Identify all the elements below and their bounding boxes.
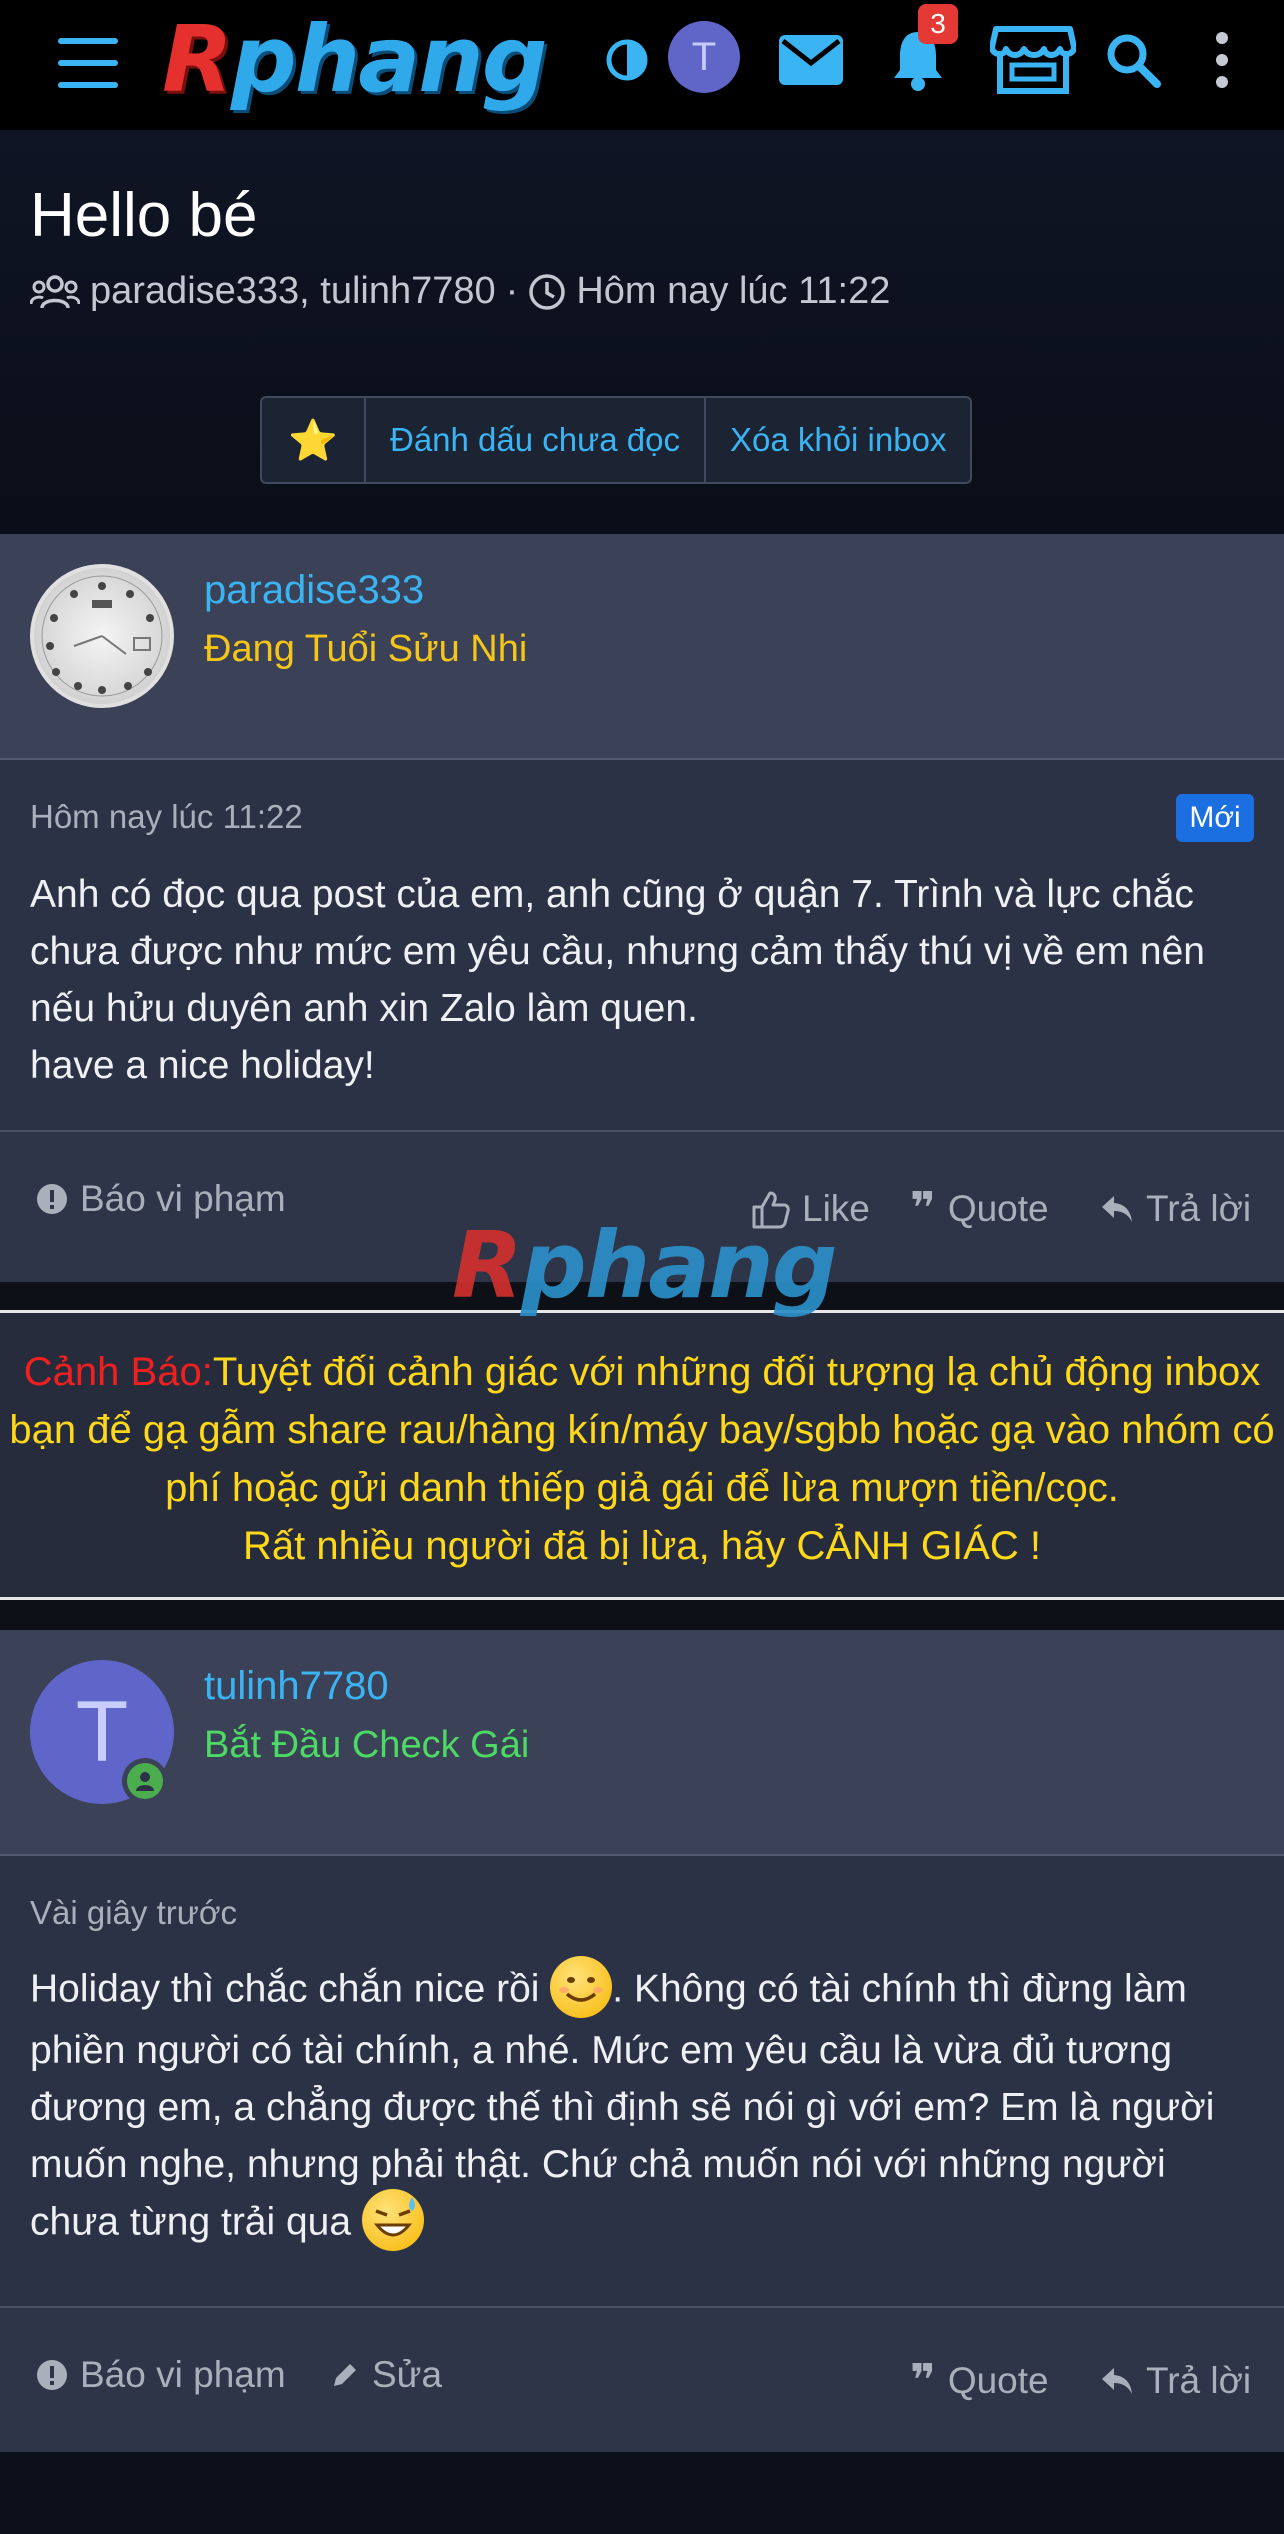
alert-icon (37, 1184, 67, 1214)
reply-icon (1102, 2368, 1132, 2394)
watch-face-icon (41, 575, 163, 697)
reply-button[interactable]: Trả lời (1100, 2360, 1251, 2402)
report-link[interactable]: Báo vi phạm (36, 1178, 286, 1220)
message-user-block: paradise333 Đang Tuổi Sửu Nhi (0, 534, 1284, 760)
site-logo[interactable]: Rphang (162, 4, 548, 114)
smile-emoji-icon (550, 1956, 613, 2018)
star-icon: ⭐ (288, 418, 338, 463)
edit-label: Sửa (372, 2354, 443, 2395)
edit-link[interactable]: Sửa (330, 2354, 442, 2396)
alert-icon (37, 2360, 67, 2390)
menu-icon[interactable] (58, 38, 118, 88)
user-title: Đang Tuổi Sửu Nhi (204, 628, 528, 670)
more-icon[interactable] (1202, 20, 1242, 100)
meta-separator: · (505, 270, 519, 312)
message-actions: Báo vi phạm Sửa ❞ Quote Trả lời (0, 2308, 1284, 2452)
top-bar: Rphang T 3 (0, 0, 1284, 130)
message-time: Vài giây trước (30, 1894, 237, 1931)
mail-icon[interactable] (778, 20, 844, 100)
user-title: Bắt Đầu Check Gái (204, 1724, 530, 1766)
watermark-logo: Rphang (452, 1212, 838, 1319)
quote-label: Quote (947, 1188, 1049, 1229)
quote-button[interactable]: ❞ Quote (910, 2356, 1049, 2405)
users-icon (30, 274, 80, 309)
reply-label: Trả lời (1146, 1188, 1252, 1229)
reply-icon (1102, 1196, 1132, 1222)
new-badge: Mới (1176, 794, 1254, 842)
message-time: Hôm nay lúc 11:22 (30, 798, 303, 835)
notification-badge: 3 (918, 4, 958, 44)
participants[interactable]: paradise333, tulinh7780 (90, 270, 496, 313)
search-icon[interactable] (1100, 20, 1166, 100)
pencil-icon (334, 2364, 356, 2386)
quote-button[interactable]: ❞ Quote (910, 1184, 1049, 1233)
thread-time: Hôm nay lúc 11:22 (576, 270, 891, 312)
store-icon[interactable] (988, 20, 1078, 100)
message-user-block: T tulinh7780 Bắt Đầu Check Gái (0, 1630, 1284, 1856)
username[interactable]: paradise333 (204, 568, 424, 613)
remove-inbox-button[interactable]: Xóa khỏi inbox (706, 398, 970, 482)
watermark-letter-r: R (452, 1212, 523, 1319)
watermark-text: phang (520, 1212, 838, 1319)
star-button[interactable]: ⭐ (262, 398, 366, 482)
sweat-smile-emoji-icon (361, 2189, 424, 2251)
report-label: Báo vi phạm (80, 1178, 286, 1219)
message-body: Vài giây trước Holiday thì chắc chắn nic… (0, 1856, 1284, 2308)
quote-label: Quote (947, 2360, 1049, 2401)
username[interactable]: tulinh7780 (204, 1664, 389, 1709)
thread-actions: ⭐ Đánh dấu chưa đọc Xóa khỏi inbox (260, 396, 973, 484)
message-text: Anh có đọc qua post của em, anh cũng ở q… (30, 866, 1260, 1094)
reply-label: Trả lời (1146, 2360, 1252, 2401)
logo-text: phang (230, 5, 548, 113)
page-footer-area (0, 2452, 1284, 2534)
thread-meta: paradise333, tulinh7780 · Hôm nay lúc 11… (30, 270, 890, 313)
message-text-part: Holiday thì chắc chắn nice rồi (30, 1967, 551, 2011)
logo-letter-r: R (162, 5, 233, 113)
avatar-letter: T (75, 1683, 129, 1780)
report-label: Báo vi phạm (80, 2354, 286, 2395)
message-body: Hôm nay lúc 11:22 Mới Anh có đọc qua pos… (0, 760, 1284, 1132)
page-title: Hello bé (30, 181, 258, 250)
clock-icon (529, 273, 566, 310)
warning-text-2: Rất nhiều người đã bị lừa, hãy CẢNH GIÁC… (243, 1524, 1041, 1568)
user-avatar[interactable]: T (668, 21, 740, 93)
report-link[interactable]: Báo vi phạm (36, 2354, 286, 2396)
mark-unread-button[interactable]: Đánh dấu chưa đọc (366, 398, 706, 482)
avatar-letter: T (691, 34, 717, 79)
thread-header: Hello bé paradise333, tulinh7780 · Hôm n… (0, 130, 1284, 534)
reply-button[interactable]: Trả lời (1100, 1188, 1251, 1230)
avatar[interactable] (30, 564, 174, 708)
message-paragraph: Anh có đọc qua post của em, anh cũng ở q… (30, 873, 1205, 1087)
online-status-icon (122, 1758, 168, 1804)
quote-icon: ❞ (910, 1184, 936, 1233)
contrast-icon[interactable] (604, 20, 650, 100)
warning-banner: Cảnh Báo:Tuyệt đối cảnh giác với những đ… (0, 1310, 1284, 1600)
message-text: Holiday thì chắc chắn nice rồi . Không c… (30, 1956, 1260, 2255)
quote-icon: ❞ (910, 2356, 936, 2405)
warning-label: Cảnh Báo: (23, 1350, 213, 1394)
